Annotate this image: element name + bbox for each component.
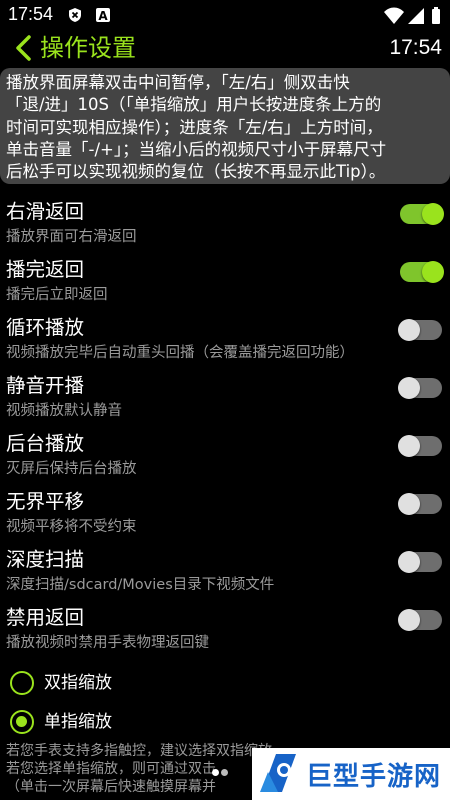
watermark-logo-icon <box>260 754 296 792</box>
setting-subtitle: 视频播放默认静音 <box>6 403 122 419</box>
radio-one-finger-zoom[interactable]: 单指缩放 <box>0 704 450 740</box>
page-title: 操作设置 <box>40 34 136 62</box>
watermark: 巨型手游网 <box>252 748 450 800</box>
switch-knob <box>398 377 420 399</box>
page-indicator <box>211 761 229 780</box>
status-right-icons <box>384 7 440 24</box>
page-dot <box>221 769 228 776</box>
setting-row-disable-back[interactable]: 禁用返回 播放视频时禁用手表物理返回键 <box>0 604 450 660</box>
wifi-icon <box>384 7 404 24</box>
letter-a-text: A <box>98 9 108 23</box>
page-dot <box>212 769 219 776</box>
app-clock: 17:54 <box>389 36 442 59</box>
setting-title: 循环播放 <box>6 316 85 339</box>
signal-icon <box>408 8 424 24</box>
toggle-switch[interactable] <box>398 377 442 399</box>
tip-line: 播放界面屏幕双击中间暂停，「左/右」侧双击快 <box>6 73 350 92</box>
setting-subtitle: 播放界面可右滑返回 <box>6 229 137 245</box>
tip-box[interactable]: 播放界面屏幕双击中间暂停，「左/右」侧双击快 「退/进」10S（「单指缩放」用户… <box>0 68 450 184</box>
switch-knob <box>422 261 444 283</box>
setting-title: 深度扫描 <box>6 548 85 571</box>
radio-two-finger-zoom[interactable]: 双指缩放 <box>0 665 450 701</box>
setting-subtitle: 深度扫描/sdcard/Movies目录下视频文件 <box>6 577 275 593</box>
setting-row-return-after-play[interactable]: 播完返回 播完后立即返回 <box>0 256 450 312</box>
switch-knob <box>398 609 420 631</box>
setting-title: 无界平移 <box>6 490 85 513</box>
toggle-switch[interactable] <box>398 435 442 457</box>
switch-knob <box>398 551 420 573</box>
shield-x-icon <box>69 8 81 22</box>
watermark-text: 巨型手游网 <box>306 762 442 792</box>
setting-row-unbounded-pan[interactable]: 无界平移 视频平移将不受约束 <box>0 488 450 544</box>
switch-knob <box>422 203 444 225</box>
battery-icon <box>432 7 440 24</box>
setting-title: 禁用返回 <box>6 606 85 629</box>
toggle-switch[interactable] <box>400 203 444 225</box>
radio-label: 单指缩放 <box>44 712 112 732</box>
toggle-switch[interactable] <box>398 551 442 573</box>
toggle-switch[interactable] <box>398 609 442 631</box>
setting-title: 静音开播 <box>6 374 85 397</box>
setting-subtitle: 灭屏后保持后台播放 <box>6 461 137 477</box>
setting-row-background-play[interactable]: 后台播放 灭屏后保持后台播放 <box>0 430 450 486</box>
setting-subtitle: 视频播放完毕后自动重头回播（会覆盖播完返回功能） <box>6 345 354 361</box>
tip-line: 单击音量「-/+」；当缩小后的视频尺寸小于屏幕尺寸 <box>6 139 387 159</box>
switch-knob <box>398 319 420 341</box>
radio-button[interactable] <box>10 671 34 695</box>
app-bar: 操作设置 17:54 <box>0 32 450 64</box>
switch-knob <box>398 493 420 515</box>
radio-button[interactable] <box>10 710 34 734</box>
setting-title: 右滑返回 <box>6 200 85 223</box>
tip-line: 后松手可以实现视频的复位（长按不再显示此Tip）。 <box>6 162 386 182</box>
setting-subtitle: 视频平移将不受约束 <box>6 519 137 535</box>
tip-line: 「退/进」10S（「单指缩放」用户长按进度条上方的 <box>6 95 382 115</box>
toggle-switch[interactable] <box>398 493 442 515</box>
toggle-switch[interactable] <box>400 261 444 283</box>
letter-a-icon: A <box>96 8 110 23</box>
setting-subtitle: 播完后立即返回 <box>6 287 108 303</box>
radio-label: 双指缩放 <box>44 673 112 693</box>
setting-subtitle: 播放视频时禁用手表物理返回键 <box>6 635 209 651</box>
setting-title: 后台播放 <box>6 432 85 455</box>
setting-row-loop-play[interactable]: 循环播放 视频播放完毕后自动重头回播（会覆盖播完返回功能） <box>0 314 450 370</box>
chevron-left-icon[interactable] <box>12 34 36 62</box>
setting-row-deep-scan[interactable]: 深度扫描 深度扫描/sdcard/Movies目录下视频文件 <box>0 546 450 602</box>
radio-dot <box>16 716 27 727</box>
setting-row-swipe-back[interactable]: 右滑返回 播放界面可右滑返回 <box>0 198 450 254</box>
status-time: 17:54 <box>8 4 54 24</box>
switch-knob <box>398 435 420 457</box>
setting-row-mute-start[interactable]: 静音开播 视频播放默认静音 <box>0 372 450 428</box>
toggle-switch[interactable] <box>398 319 442 341</box>
tip-line: 时间可实现相应操作）；进度条「左/右」上方时间， <box>6 117 383 137</box>
status-bar: 17:54 A <box>0 0 450 32</box>
setting-title: 播完返回 <box>6 258 85 281</box>
